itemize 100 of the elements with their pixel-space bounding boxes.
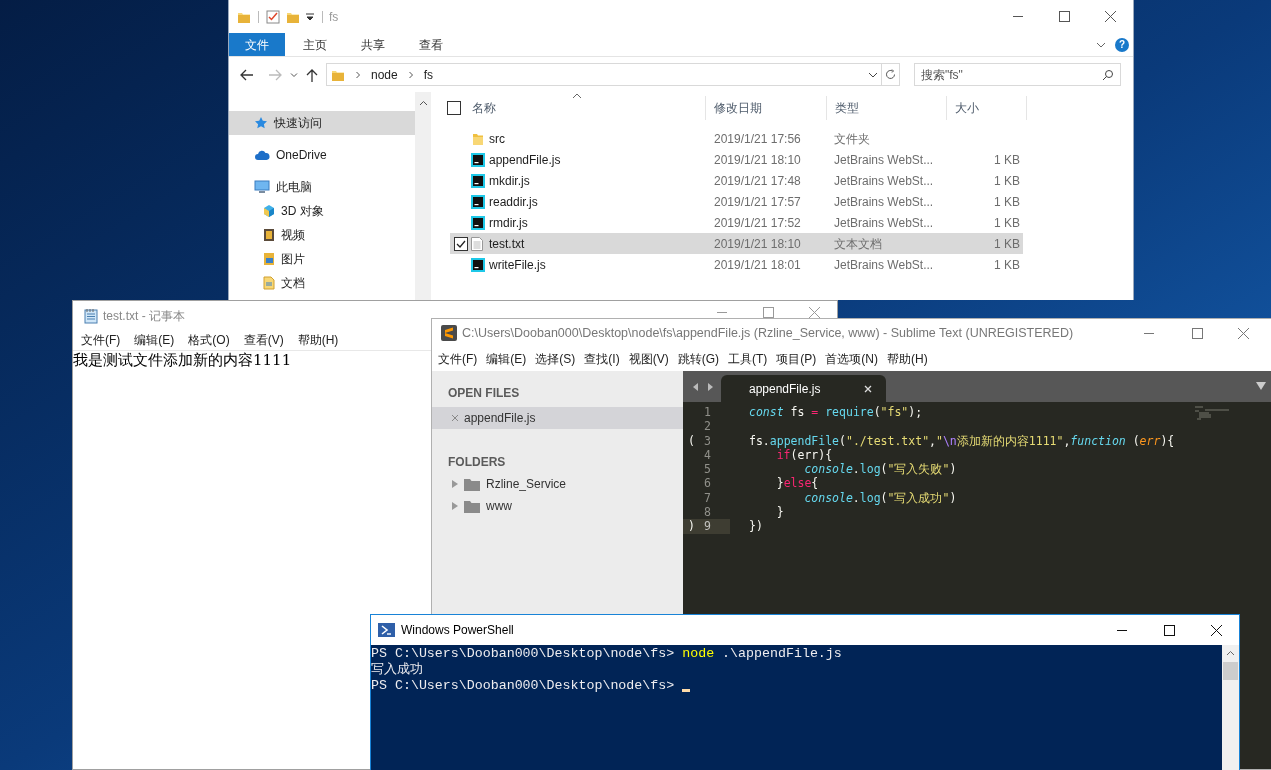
line-number: 6 <box>704 476 711 491</box>
webstorm-file-icon <box>471 194 485 209</box>
code-line: fs.appendFile("./test.txt","\n添加新的内容1111",function (err){ <box>749 433 1175 448</box>
tab-scroll-arrows-icon[interactable] <box>692 382 714 392</box>
menu-item[interactable]: 格式(O) <box>188 331 230 349</box>
file-row[interactable]: mkdir.js 2019/1/21 17:48 JetBrains WebSt... 1 KB <box>450 170 1023 191</box>
menu-item[interactable]: 选择(S) <box>535 350 576 368</box>
nav-item[interactable]: 文档 <box>229 271 415 295</box>
search-field[interactable]: 搜索"fs" <box>914 63 1121 86</box>
modified-date: 2019/1/21 18:10 <box>714 236 801 251</box>
caret-icon[interactable] <box>304 10 316 23</box>
code-line: console.log("写入成功") <box>803 490 957 506</box>
menu-item[interactable]: 首选项(N) <box>825 350 878 368</box>
code-line: console.log("写入失败") <box>803 462 957 477</box>
fold-marker[interactable]: ( <box>683 433 695 448</box>
powershell-icon <box>378 623 395 637</box>
expand-arrow-icon <box>452 502 458 510</box>
nav-item[interactable]: 图片 <box>229 247 415 271</box>
breadcrumb-item[interactable]: fs <box>423 65 434 84</box>
column-header[interactable]: 名称 <box>472 99 496 117</box>
menu-item[interactable]: 视图(V) <box>628 350 669 368</box>
menu-item[interactable]: 编辑(E) <box>134 331 175 349</box>
column-header[interactable]: 修改日期 <box>714 99 762 117</box>
folder-icon <box>464 499 480 513</box>
file-row[interactable]: readdir.js 2019/1/21 17:57 JetBrains WebSt... 1 KB <box>450 191 1023 212</box>
close-icon <box>808 307 820 318</box>
cube-icon <box>263 204 275 218</box>
line-number: 3 <box>704 433 711 448</box>
editor-tab[interactable]: appendFile.js <box>721 375 886 402</box>
webstorm-file-icon <box>471 173 485 188</box>
console-area[interactable]: PS C:\Users\Dooban000\Desktop\node\fs> node .\appendFile.js 写入成功 PS C:\Users\Dooban000\Desktop\node\fs> <box>371 645 1222 770</box>
open-file-item[interactable]: appendFile.js <box>432 407 683 429</box>
scroll-thumb[interactable] <box>1223 662 1238 680</box>
menu-item[interactable]: 文件(F) <box>438 350 478 368</box>
ribbon-tab[interactable]: 查看 <box>403 33 459 56</box>
file-type: JetBrains WebSt... <box>834 257 934 272</box>
tab-menu-caret-icon[interactable] <box>1256 382 1266 390</box>
close-icon <box>1210 624 1222 636</box>
address-bar[interactable]: node fs <box>326 63 882 86</box>
maximize-icon <box>1058 11 1070 22</box>
file-row[interactable]: test.txt 2019/1/21 18:10 文本文档 1 KB <box>450 233 1023 254</box>
code-line: }else{ <box>775 476 819 491</box>
maximize-icon <box>762 307 774 318</box>
menu-item[interactable]: 工具(T) <box>728 350 768 368</box>
window-title: Windows PowerShell <box>401 622 514 639</box>
folder-item[interactable]: Rzline_Service <box>432 475 683 493</box>
nav-item[interactable]: 此电脑 <box>229 175 415 199</box>
folder-icon <box>471 131 485 146</box>
folder-item[interactable]: www <box>432 497 683 515</box>
file-row[interactable]: rmdir.js 2019/1/21 17:52 JetBrains WebSt... 1 KB <box>450 212 1023 233</box>
file-size: 1 KB <box>994 152 1020 167</box>
scrollbar[interactable] <box>415 92 431 300</box>
ribbon-tab[interactable]: 文件 <box>229 33 285 56</box>
line-number: 1 <box>704 405 711 420</box>
file-name: writeFile.js <box>489 257 546 272</box>
console-line: PS C:\Users\Dooban000\Desktop\node\fs> node .\appendFile.js <box>371 646 842 662</box>
file-size: 1 KB <box>994 236 1020 251</box>
modified-date: 2019/1/21 18:10 <box>714 152 801 167</box>
nav-item[interactable]: 快速访问 <box>229 111 415 135</box>
scroll-up-icon <box>418 99 428 108</box>
column-header[interactable]: 类型 <box>835 99 859 117</box>
checkbox[interactable] <box>447 101 461 115</box>
section-header: FOLDERS <box>447 454 506 471</box>
computer-icon <box>254 180 270 194</box>
search-placeholder: 搜索"fs" <box>921 66 963 84</box>
file-type: JetBrains WebSt... <box>834 215 934 230</box>
notepad-icon <box>84 307 98 324</box>
file-size: 1 KB <box>994 173 1020 188</box>
menu-item[interactable]: 文件(F) <box>81 331 121 349</box>
chevron-icon <box>353 69 363 80</box>
code-line: }) <box>749 519 763 534</box>
file-row[interactable]: appendFile.js 2019/1/21 18:10 JetBrains WebSt... 1 KB <box>450 149 1023 170</box>
code-line: if(err){ <box>776 447 833 463</box>
ribbon-tab[interactable]: 主页 <box>287 33 343 56</box>
section-header: OPEN FILES <box>447 385 520 402</box>
nav-item[interactable]: 视频 <box>229 223 415 247</box>
menu-item[interactable]: 查看(V) <box>243 331 284 349</box>
file-type: JetBrains WebSt... <box>834 152 934 167</box>
menu-item[interactable]: 查找(I) <box>584 350 620 368</box>
menu-item[interactable]: 编辑(E) <box>486 350 527 368</box>
fold-marker[interactable]: ) <box>683 519 695 534</box>
column-header[interactable]: 大小 <box>955 99 979 117</box>
file-row[interactable]: writeFile.js 2019/1/21 18:01 JetBrains WebSt... 1 KB <box>450 254 1023 275</box>
breadcrumb-item[interactable]: node <box>371 65 398 84</box>
menu-item[interactable]: 帮助(H) <box>297 331 339 349</box>
file-row[interactable]: src 2019/1/21 17:56 文件夹 <box>450 128 1023 149</box>
menu-item[interactable]: 项目(P) <box>776 350 817 368</box>
help-button[interactable]: ? <box>1115 37 1129 52</box>
menu-item[interactable]: 帮助(H) <box>887 350 928 368</box>
menu-item[interactable]: 跳转(G) <box>677 350 719 368</box>
checkbox[interactable] <box>453 236 468 251</box>
scroll-up-icon <box>1226 649 1235 658</box>
webstorm-file-icon <box>471 257 485 272</box>
scrollbar[interactable] <box>1222 645 1239 770</box>
nav-item[interactable]: OneDrive <box>229 143 415 167</box>
code-line: } <box>775 505 784 520</box>
nav-item[interactable]: 3D 对象 <box>229 199 415 223</box>
refresh-button[interactable] <box>882 63 900 86</box>
ribbon-tab[interactable]: 共享 <box>345 33 401 56</box>
file-name: src <box>489 131 505 146</box>
